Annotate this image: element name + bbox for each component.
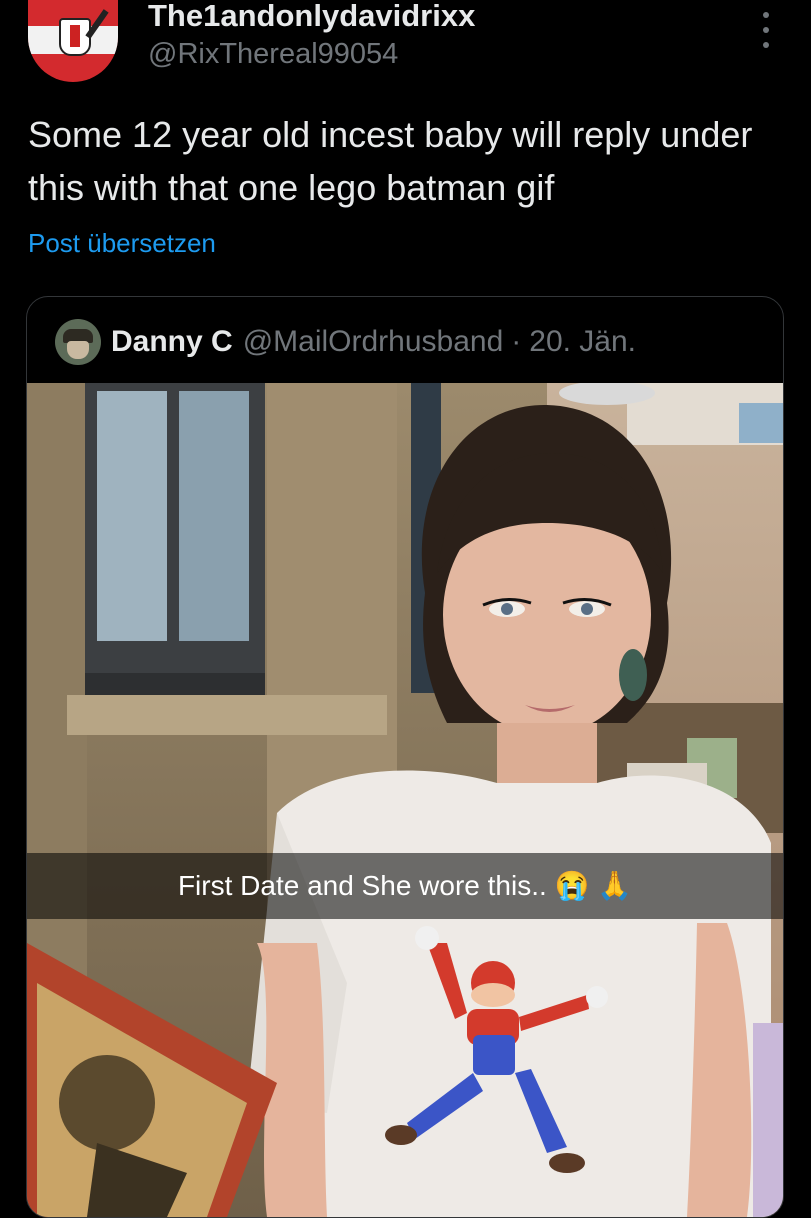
dot: [763, 27, 769, 33]
author-display-name[interactable]: The1andonlydavidrixx: [148, 0, 475, 34]
quoted-post-header: Danny C @MailOrdrhusband · 20. Jän.: [55, 317, 636, 367]
coat-of-arms-icon: [59, 18, 91, 56]
quoted-author-name[interactable]: Danny C: [111, 325, 233, 359]
author-avatar[interactable]: [28, 0, 118, 82]
quoted-author-avatar[interactable]: [55, 319, 101, 365]
quoted-photo[interactable]: First Date and She wore this.. 😭 🙏: [27, 383, 783, 1217]
separator-dot: ·: [511, 325, 522, 358]
author-handle[interactable]: @RixThereal99054: [148, 38, 398, 71]
translate-link[interactable]: Post übersetzen: [28, 228, 216, 259]
post-text: Some 12 year old incest baby will reply …: [28, 114, 753, 208]
dot: [763, 42, 769, 48]
quoted-author-handle[interactable]: @MailOrdrhusband: [243, 325, 504, 359]
quoted-post[interactable]: Danny C @MailOrdrhusband · 20. Jän. Firs…: [26, 296, 784, 1218]
dot: [763, 12, 769, 18]
photo-illustration: [27, 383, 783, 1217]
photo-caption: First Date and She wore this.. 😭 🙏: [177, 870, 633, 901]
quoted-post-date[interactable]: 20. Jän.: [529, 325, 636, 359]
more-options-icon[interactable]: [756, 12, 776, 48]
